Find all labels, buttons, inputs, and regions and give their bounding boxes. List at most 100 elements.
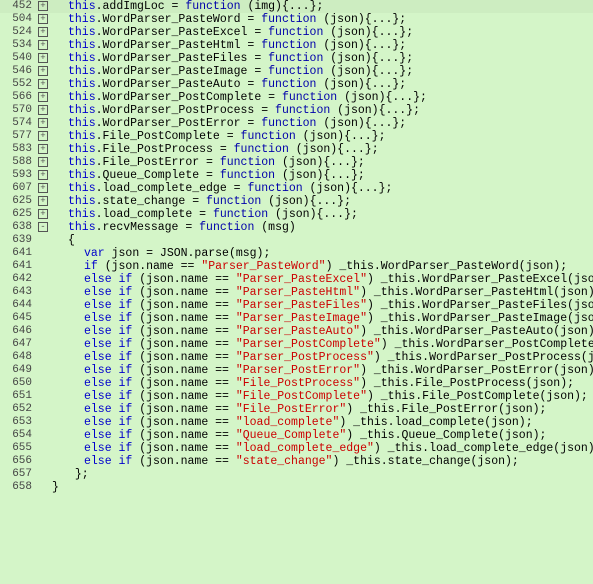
token: (json.name == bbox=[132, 312, 236, 325]
code-line: 552+this.WordParser_PasteAuto = function… bbox=[0, 78, 593, 91]
token: "File_PostError" bbox=[236, 403, 346, 416]
expand-icon[interactable]: + bbox=[36, 195, 50, 208]
code-content: else if (json.name == "Parser_PasteFiles… bbox=[50, 299, 593, 312]
token: this bbox=[68, 156, 96, 169]
expand-icon[interactable]: + bbox=[36, 65, 50, 78]
token: function bbox=[261, 117, 316, 130]
code-line: 644 else if (json.name == "Parser_PasteF… bbox=[0, 299, 593, 312]
token: {...} bbox=[282, 0, 317, 13]
code-line: 607+this.load_complete_edge = function (… bbox=[0, 182, 593, 195]
token: this bbox=[68, 65, 96, 78]
token: (json) bbox=[275, 169, 323, 182]
token: (json) bbox=[303, 182, 351, 195]
code-line: 646 else if (json.name == "Parser_PasteA… bbox=[0, 325, 593, 338]
expand-icon[interactable]: + bbox=[36, 13, 50, 26]
code-content: this.File_PostProcess = function (json){… bbox=[50, 143, 593, 156]
code-line: 647 else if (json.name == "Parser_PostCo… bbox=[0, 338, 593, 351]
collapse-icon[interactable]: - bbox=[36, 221, 50, 234]
token: function bbox=[199, 221, 254, 234]
token: else if bbox=[84, 325, 132, 338]
token: "Parser_PostProcess" bbox=[236, 351, 374, 364]
token: (json.name == bbox=[132, 299, 236, 312]
token: "state_change" bbox=[236, 455, 333, 468]
token: else if bbox=[84, 416, 132, 429]
code-line: 625+this.state_change = function (json){… bbox=[0, 195, 593, 208]
code-content: else if (json.name == "File_PostError") … bbox=[50, 403, 593, 416]
token: function bbox=[234, 143, 289, 156]
token: ) _this.load_complete_edge(json); bbox=[374, 442, 593, 455]
code-content: var json = JSON.parse(msg); bbox=[50, 247, 593, 260]
token: (json.name == bbox=[132, 377, 236, 390]
token: ; bbox=[406, 65, 413, 78]
token: "load_complete_edge" bbox=[236, 442, 374, 455]
token: function bbox=[268, 65, 323, 78]
expand-icon[interactable]: + bbox=[36, 0, 50, 13]
token: else if bbox=[84, 377, 132, 390]
token: ; bbox=[379, 130, 386, 143]
code-content: else if (json.name == "load_complete_edg… bbox=[50, 442, 593, 455]
code-line: 643 else if (json.name == "Parser_PasteH… bbox=[0, 286, 593, 299]
token: ) _this.WordParser_PasteWord(json); bbox=[326, 260, 568, 273]
expand-icon[interactable]: + bbox=[36, 208, 50, 221]
expand-icon[interactable]: + bbox=[36, 182, 50, 195]
code-content: this.WordParser_PasteFiles = function (j… bbox=[50, 52, 593, 65]
code-content: else if (json.name == "Parser_PasteHtml"… bbox=[50, 286, 593, 299]
token: (json) bbox=[296, 130, 344, 143]
expand-icon[interactable]: + bbox=[36, 104, 50, 117]
token: this bbox=[68, 39, 96, 52]
line-number: 588 bbox=[0, 156, 36, 169]
expand-icon[interactable]: + bbox=[36, 39, 50, 52]
token: var bbox=[84, 247, 105, 260]
token: function bbox=[185, 0, 240, 13]
token: ) _this.WordParser_PasteFiles(json); bbox=[367, 299, 593, 312]
token: (json.name == bbox=[132, 416, 236, 429]
expand-icon[interactable]: + bbox=[36, 52, 50, 65]
token: else if bbox=[84, 273, 132, 286]
token: .state_change = bbox=[96, 195, 206, 208]
code-line: 658 } bbox=[0, 481, 593, 494]
token: function bbox=[206, 195, 261, 208]
code-line: 653 else if (json.name == "load_complete… bbox=[0, 416, 593, 429]
token: this bbox=[68, 104, 96, 117]
code-content: else if (json.name == "Parser_PostComple… bbox=[50, 338, 593, 351]
token: this bbox=[68, 169, 96, 182]
line-number: 648 bbox=[0, 351, 36, 364]
token: function bbox=[220, 169, 275, 182]
expand-icon[interactable]: + bbox=[36, 143, 50, 156]
token: this bbox=[68, 78, 96, 91]
token: else if bbox=[84, 455, 132, 468]
code-content: this.File_PostError = function (json){..… bbox=[50, 156, 593, 169]
token: (json.name == bbox=[132, 390, 236, 403]
token: function bbox=[247, 182, 302, 195]
token: this bbox=[68, 0, 96, 13]
line-number: 552 bbox=[0, 78, 36, 91]
token: "load_complete" bbox=[236, 416, 340, 429]
token: ) _this.state_change(json); bbox=[332, 455, 518, 468]
code-line: 625+this.load_complete = function (json)… bbox=[0, 208, 593, 221]
code-line: 641 var json = JSON.parse(msg); bbox=[0, 247, 593, 260]
token: (msg) bbox=[254, 221, 295, 234]
code-line: 534+this.WordParser_PasteHtml = function… bbox=[0, 39, 593, 52]
token: this bbox=[68, 13, 96, 26]
line-number: 540 bbox=[0, 52, 36, 65]
expand-icon[interactable]: + bbox=[36, 169, 50, 182]
code-content: else if (json.name == "File_PostComplete… bbox=[50, 390, 593, 403]
token: {...} bbox=[310, 195, 345, 208]
token: .WordParser_PasteFiles = bbox=[96, 52, 269, 65]
token: else if bbox=[84, 312, 132, 325]
code-line: 651 else if (json.name == "File_PostComp… bbox=[0, 390, 593, 403]
code-content: else if (json.name == "Parser_PostProces… bbox=[50, 351, 593, 364]
token: function bbox=[261, 39, 316, 52]
token: else if bbox=[84, 338, 132, 351]
code-content: this.WordParser_PostComplete = function … bbox=[50, 91, 593, 104]
code-line: 652 else if (json.name == "File_PostErro… bbox=[0, 403, 593, 416]
expand-icon[interactable]: + bbox=[36, 130, 50, 143]
expand-icon[interactable]: + bbox=[36, 91, 50, 104]
code-content: } bbox=[50, 481, 593, 494]
code-content: { bbox=[50, 234, 593, 247]
expand-icon[interactable]: + bbox=[36, 156, 50, 169]
expand-icon[interactable]: + bbox=[36, 26, 50, 39]
expand-icon[interactable]: + bbox=[36, 117, 50, 130]
expand-icon[interactable]: + bbox=[36, 78, 50, 91]
line-number: 639 bbox=[0, 234, 36, 247]
